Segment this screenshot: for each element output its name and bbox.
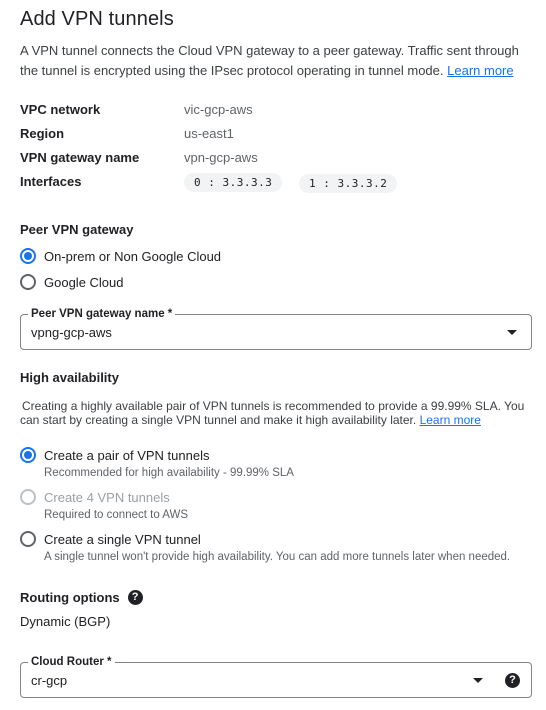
interfaces-label: Interfaces: [20, 174, 82, 189]
radio-button[interactable]: [20, 274, 36, 290]
cloud-router-select[interactable]: Cloud Router * cr-gcp ?: [20, 655, 532, 698]
radio-single-tunnel-hint: A single tunnel won't provide high avail…: [44, 551, 511, 563]
intro-text-line-2: the tunnel is encrypted using the IPsec …: [20, 63, 444, 78]
interface-chip-1: 1 : 3.3.3.2: [299, 174, 398, 193]
vpc-network-label: VPC network: [20, 102, 101, 117]
dropdown-arrow-icon[interactable]: [473, 678, 483, 683]
radio-button-checked[interactable]: [20, 447, 36, 463]
radio-pair-tunnels-hint: Recommended for high availability - 99.9…: [44, 467, 294, 479]
radio-single-tunnel[interactable]: Create a single VPN tunnel: [20, 529, 201, 549]
cloud-router-value: cr-gcp: [31, 673, 68, 688]
high-availability-heading: High availability: [20, 370, 119, 385]
help-icon[interactable]: ?: [127, 590, 143, 605]
radio-four-tunnels-hint: Required to connect to AWS: [44, 509, 189, 521]
radio-button[interactable]: [20, 531, 36, 547]
routing-options-heading: Routing options: [20, 590, 120, 605]
ha-desc-line-2: can start by creating a single VPN tunne…: [20, 413, 417, 427]
intro-text-line-1: A VPN tunnel connects the Cloud VPN gate…: [20, 43, 519, 58]
radio-google-cloud[interactable]: Google Cloud: [20, 272, 124, 292]
radio-four-tunnels: Create 4 VPN tunnels: [20, 487, 170, 507]
peer-gateway-name-label: Peer VPN gateway name *: [28, 307, 176, 321]
ha-learn-more-link[interactable]: Learn more: [420, 413, 481, 427]
page-title: Add VPN tunnels: [20, 8, 174, 30]
dropdown-arrow-icon[interactable]: [507, 330, 517, 335]
interface-chip-0: 0 : 3.3.3.3: [184, 173, 283, 192]
radio-on-prem[interactable]: On-prem or Non Google Cloud: [20, 246, 221, 266]
radio-pair-tunnels-label: Create a pair of VPN tunnels: [44, 447, 210, 463]
routing-options-row: Routing options ?: [20, 590, 143, 605]
gateway-name-value: vpn-gcp-aws: [184, 150, 258, 165]
peer-gateway-name-select[interactable]: Peer VPN gateway name * vpng-gcp-aws: [20, 307, 532, 350]
radio-single-tunnel-label: Create a single VPN tunnel: [44, 531, 201, 547]
radio-button-disabled: [20, 489, 36, 505]
region-value: us-east1: [184, 126, 234, 141]
ha-desc-line-2-row: can start by creating a single VPN tunne…: [20, 410, 481, 430]
cloud-router-label: Cloud Router *: [28, 655, 115, 669]
radio-google-cloud-label: Google Cloud: [44, 274, 124, 290]
routing-value: Dynamic (BGP): [20, 614, 111, 629]
radio-button-checked[interactable]: [20, 248, 36, 264]
region-label: Region: [20, 126, 65, 141]
radio-four-tunnels-label: Create 4 VPN tunnels: [44, 489, 170, 505]
radio-pair-tunnels[interactable]: Create a pair of VPN tunnels: [20, 445, 209, 465]
peer-gateway-heading: Peer VPN gateway: [20, 222, 134, 237]
peer-gateway-name-value: vpng-gcp-aws: [31, 325, 112, 340]
intro-text-line-2-row: the tunnel is encrypted using the IPsec …: [20, 61, 514, 81]
gateway-name-label: VPN gateway name: [20, 150, 140, 165]
learn-more-link[interactable]: Learn more: [447, 63, 513, 78]
help-icon[interactable]: ?: [505, 673, 520, 688]
radio-on-prem-label: On-prem or Non Google Cloud: [44, 248, 222, 264]
vpc-network-value: vic-gcp-aws: [184, 102, 253, 117]
